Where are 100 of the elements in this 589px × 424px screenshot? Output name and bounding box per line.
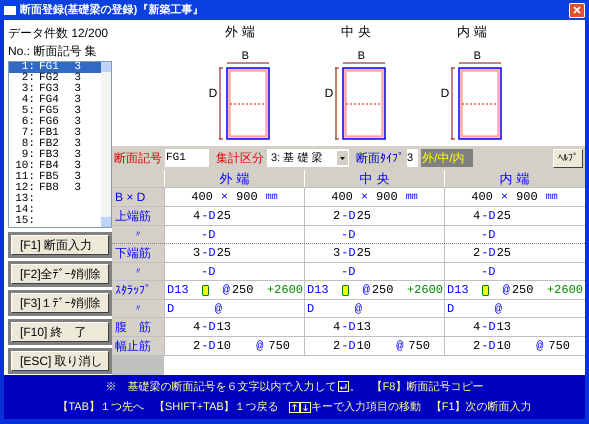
cell-value: 750 <box>408 338 430 355</box>
cell-value: D13 <box>307 282 329 299</box>
column-header: 外 端 <box>164 170 304 187</box>
dimension-label: B <box>242 50 249 62</box>
cell-value: 2 <box>333 338 340 355</box>
close-icon <box>573 6 581 14</box>
list-item[interactable]: 4: FG4 3 <box>9 95 101 106</box>
cell-value: -D <box>481 338 496 355</box>
cell-value: 13 <box>496 319 512 336</box>
field-label: 断面ﾀｲﾌﾟ <box>356 150 404 167</box>
cell-value: -D <box>481 264 496 281</box>
cell-value: -D <box>481 319 496 336</box>
list-item[interactable]: 2: FG2 3 <box>9 73 101 84</box>
cell-value: @ <box>362 282 370 299</box>
section-title: 外 端 <box>225 23 255 41</box>
cell-value: × <box>220 189 228 206</box>
cell-value: 3 <box>333 245 340 262</box>
cell-value: 10 <box>356 338 372 355</box>
cell-value: 400 <box>191 189 213 206</box>
cell-value: 2 <box>193 338 200 355</box>
cell-value: 900 <box>236 189 258 206</box>
dimension-label: D <box>208 84 218 102</box>
cell-value: 250 <box>512 282 534 299</box>
symbol-input[interactable]: FG1 <box>165 149 209 167</box>
cell-value: @ <box>222 282 230 299</box>
list-item[interactable]: 9: FB3 3 <box>9 150 101 161</box>
cell-value: 25 <box>356 208 372 225</box>
list-item[interactable]: 12: FB8 3 <box>9 183 101 194</box>
field-label: 断面記号 <box>114 150 162 167</box>
cell-value: 2 <box>333 208 340 225</box>
scrollbar[interactable] <box>101 62 111 227</box>
column-header: 内 端 <box>444 170 584 187</box>
marker-icon <box>202 284 210 296</box>
cell-value: -D <box>201 245 216 262</box>
cell-value: 900 <box>376 189 398 206</box>
cell-value: 250 <box>232 282 254 299</box>
help-button[interactable]: ﾍﾙﾌﾟ <box>553 148 583 168</box>
cell-value: -D <box>341 227 356 244</box>
list-item[interactable]: 8: FB2 3 <box>9 139 101 150</box>
close-button[interactable] <box>569 2 585 18</box>
cell-value: -D <box>201 264 216 281</box>
dropdown-icon <box>337 151 348 165</box>
list-item[interactable]: 3: FG3 3 <box>9 84 101 95</box>
function-button[interactable]: [F3]１ﾃﾞｰﾀ削除 <box>11 293 109 313</box>
cell-value: 13 <box>356 319 372 336</box>
cell-value: -D <box>341 208 356 225</box>
list-item[interactable]: 15: <box>9 216 101 227</box>
cell-value: 750 <box>548 338 570 355</box>
column-header: 中 央 <box>304 170 444 187</box>
type-input[interactable]: 3 <box>407 149 418 167</box>
cell-value: 250 <box>372 282 394 299</box>
cell-value: @ <box>494 301 502 318</box>
dimension-label: B <box>358 50 365 62</box>
enter-key-icon <box>338 381 349 392</box>
function-button[interactable]: [ESC] 取り消し <box>11 351 109 371</box>
window-icon <box>4 6 16 14</box>
list-item[interactable]: 10: FB4 3 <box>9 161 101 172</box>
cell-value: @ <box>354 301 362 318</box>
cell-value: × <box>500 189 508 206</box>
cell-value: mm <box>546 190 558 204</box>
cell-value: 25 <box>496 245 512 262</box>
category-select[interactable]: 3: 基 礎 梁 <box>267 149 349 167</box>
row-label: 下端筋 <box>112 244 164 262</box>
row-label: 上端筋 <box>112 207 164 225</box>
cell-value: D <box>447 301 454 318</box>
list-item[interactable]: 5: FG5 3 <box>9 106 101 117</box>
cell-value: 10 <box>496 338 512 355</box>
cell-value: @ <box>214 301 222 318</box>
cell-value: D13 <box>167 282 189 299</box>
list-item[interactable]: 11: FB5 3 <box>9 172 101 183</box>
function-button[interactable]: [F10] 終 了 <box>11 322 109 342</box>
hint-text: 。 【F8】断面記号コピー <box>350 380 484 394</box>
section-title: 内 端 <box>457 23 487 41</box>
list-item[interactable]: 7: FB1 3 <box>9 128 101 139</box>
function-button[interactable]: [F2]全ﾃﾞｰﾀ削除 <box>11 264 109 284</box>
cell-value: -D <box>201 338 216 355</box>
cell-value: 400 <box>471 189 493 206</box>
row-label: 幅止筋 <box>112 337 164 355</box>
cell-value: 400 <box>331 189 353 206</box>
function-button[interactable]: [F1] 断面入力 <box>11 235 109 255</box>
list-item[interactable]: 13: <box>9 194 101 205</box>
list-item[interactable]: 6: FG6 3 <box>9 117 101 128</box>
hint-text: キーで入力項目の移動 <box>310 400 421 415</box>
cell-value: -D <box>481 227 496 244</box>
list-item[interactable]: 14: <box>9 205 101 216</box>
hint-text: 【SHIFT+TAB】１つ戻る <box>154 400 279 415</box>
cell-value: 4 <box>333 319 340 336</box>
cell-value: @ <box>256 338 264 355</box>
window-title: 断面登録(基礎梁の登録)『新築工事』 <box>20 2 204 18</box>
cell-value: 750 <box>268 338 290 355</box>
list-item[interactable]: 1: FG1 3 <box>9 62 101 73</box>
section-title: 中 央 <box>341 23 371 41</box>
cell-value: × <box>360 189 368 206</box>
cell-value: -D <box>201 319 216 336</box>
cell-value: 25 <box>216 245 232 262</box>
cell-value: @ <box>396 338 404 355</box>
type-display: 外/中/内 <box>421 149 473 167</box>
cell-value: -D <box>481 208 496 225</box>
cell-value: @ <box>536 338 544 355</box>
dimension-label: D <box>324 84 334 102</box>
